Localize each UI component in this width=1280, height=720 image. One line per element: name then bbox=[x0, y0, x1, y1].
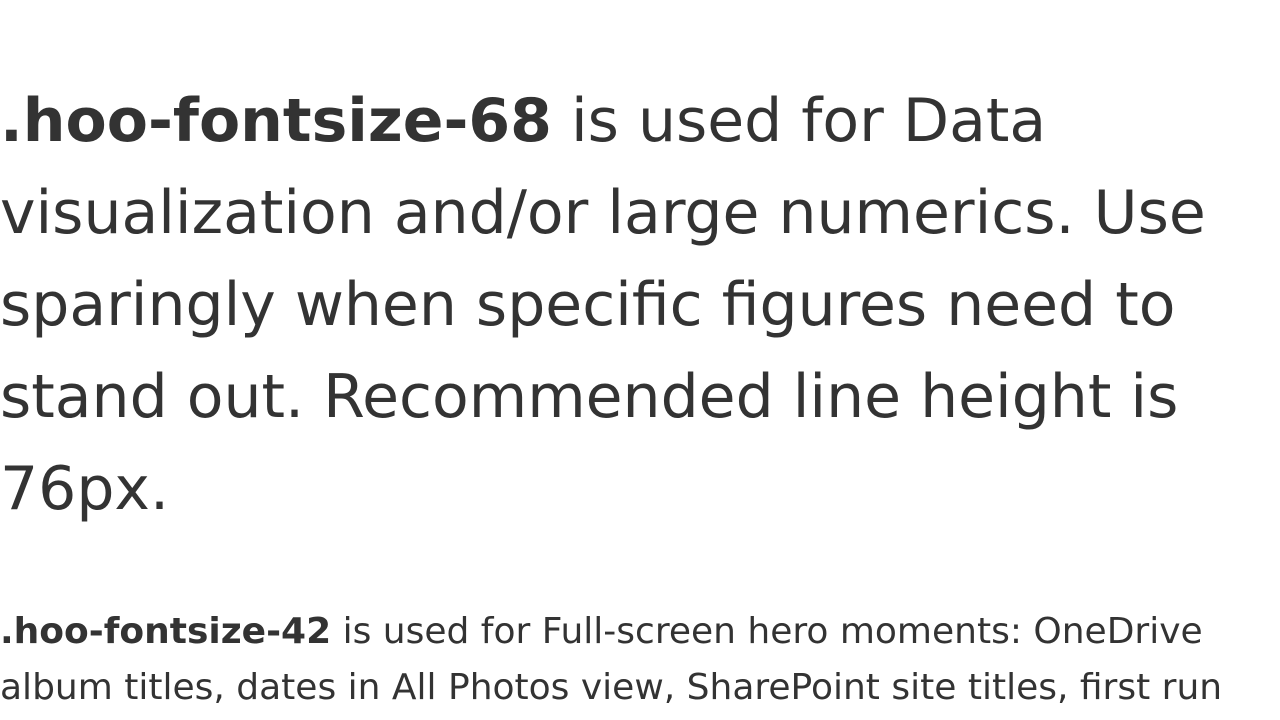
fontsize-68-description: .hoo-fontsize-68 is used for Data visual… bbox=[0, 75, 1206, 535]
fontsize-68-line-3: sparingly when specific figures need to bbox=[0, 270, 1176, 340]
fontsize-42-line-1: .hoo-fontsize-42 is used for Full-screen… bbox=[0, 604, 1222, 660]
fontsize-68-line-4: stand out. Recommended line height is bbox=[0, 362, 1179, 432]
fontsize-68-line-5: 76px. bbox=[0, 454, 170, 524]
fontsize-68-line-2: visualization and/or large numerics. Use bbox=[0, 178, 1206, 248]
fontsize-68-class-name: .hoo-fontsize-68 bbox=[0, 86, 552, 156]
fontsize-42-class-name: .hoo-fontsize-42 bbox=[0, 611, 332, 652]
fontsize-68-line-1: .hoo-fontsize-68 is used for Data bbox=[0, 75, 1206, 167]
fontsize-42-line-2: album titles, dates in All Photos view, … bbox=[0, 667, 1223, 708]
fontsize-42-description: .hoo-fontsize-42 is used for Full-screen… bbox=[0, 604, 1222, 716]
fontsize-68-text-1: is used for Data bbox=[551, 86, 1047, 156]
fontsize-42-text-1: is used for Full-screen hero moments: On… bbox=[331, 611, 1203, 652]
